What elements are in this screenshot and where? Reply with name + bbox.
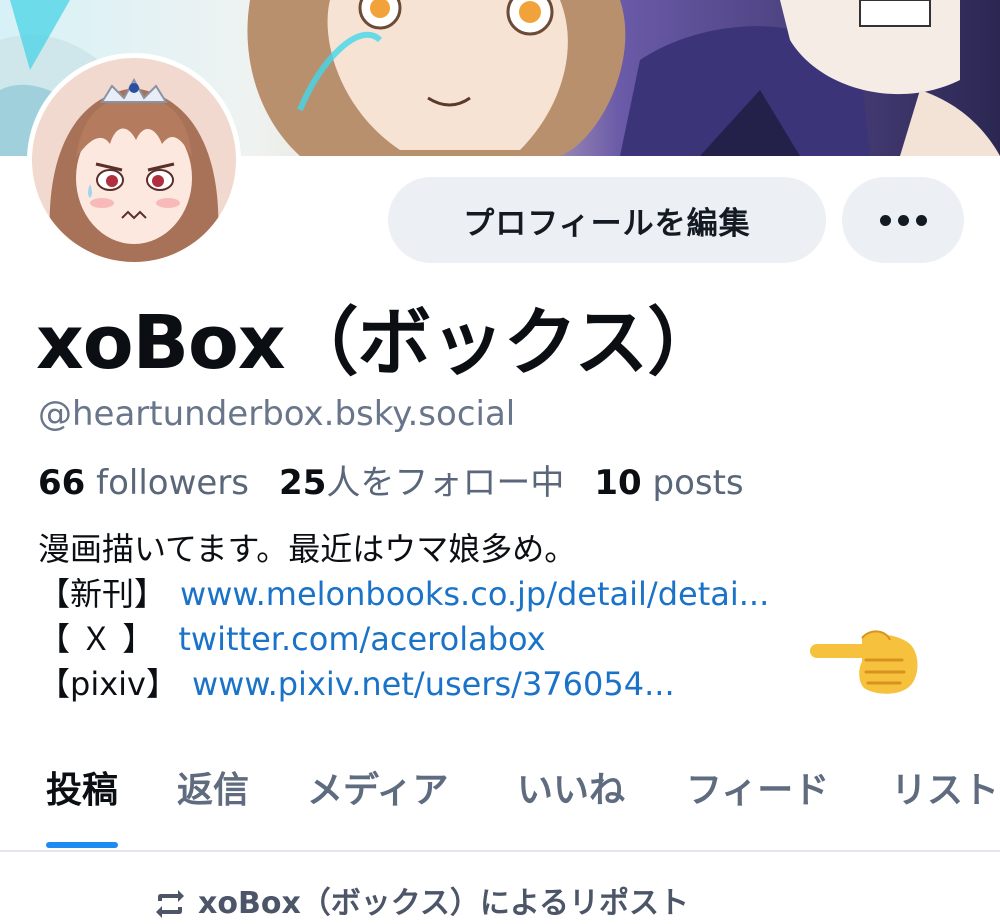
bio-tag-x: 【 Ｘ 】 [38, 620, 155, 658]
ellipsis-icon [897, 214, 909, 226]
ellipsis-icon [915, 214, 927, 226]
twitter-link[interactable]: twitter.com/acerolabox [178, 617, 545, 662]
posts-label: posts [652, 463, 744, 503]
tab-label: フィード [686, 770, 830, 811]
repost-icon [156, 890, 184, 918]
pixiv-link[interactable]: www.pixiv.net/users/376054... [192, 662, 675, 707]
melonbooks-link[interactable]: www.melonbooks.co.jp/detail/detai... [180, 572, 769, 617]
bio-line: 【新刊】 www.melonbooks.co.jp/detail/detai..… [38, 572, 769, 617]
tab-label: メディア [307, 770, 449, 811]
following-label: 人をフォロー中 [326, 463, 565, 503]
bio-text: 漫画描いてます。最近はウマ娘多め。 [38, 530, 577, 568]
bio-line: 【 Ｘ 】 twitter.com/acerolabox [38, 617, 769, 662]
ellipsis-icon [879, 214, 891, 226]
tab-label: いいね [517, 770, 626, 811]
profile-stats: 66 followers 25人をフォロー中 10 posts [38, 458, 744, 508]
profile-bio: 漫画描いてます。最近はウマ娘多め。 【新刊】 www.melonbooks.co… [38, 527, 769, 707]
profile-tabs: 投稿 返信 メディア いいね フィード リスト [0, 760, 1000, 848]
pointing-left-hand-icon [806, 622, 926, 702]
followers-label: followers [96, 463, 250, 503]
following-stat[interactable]: 25人をフォロー中 [279, 458, 564, 508]
bio-line: 漫画描いてます。最近はウマ娘多め。 [38, 527, 769, 572]
bio-line: 【pixiv】 www.pixiv.net/users/376054... [38, 662, 769, 707]
bio-tag-new-book: 【新刊】 [38, 575, 167, 613]
following-count: 25 [279, 463, 327, 503]
followers-count: 66 [38, 463, 86, 503]
tab-feeds[interactable]: フィード [686, 760, 829, 822]
followers-stat[interactable]: 66 followers [38, 458, 249, 508]
posts-count: 10 [594, 463, 642, 503]
tab-likes[interactable]: いいね [517, 760, 625, 822]
tabs-divider [0, 850, 1000, 852]
bio-tag-pixiv: 【pixiv】 [38, 665, 178, 703]
repost-text: xoBox（ボックス）によるリポスト [198, 886, 689, 921]
tab-media[interactable]: メディア [307, 760, 448, 822]
tab-replies[interactable]: 返信 [177, 760, 249, 822]
handle: @heartunderbox.bsky.social [38, 394, 516, 434]
tab-label: リスト [891, 770, 1000, 811]
active-tab-indicator [46, 842, 119, 848]
tab-label: 投稿 [46, 770, 119, 811]
edit-profile-button[interactable]: プロフィールを編集 [388, 177, 826, 263]
tab-label: 返信 [177, 770, 250, 811]
display-name: xoBox（ボックス） [36, 300, 721, 386]
posts-stat: 10 posts [594, 458, 743, 508]
tab-posts[interactable]: 投稿 [46, 760, 119, 848]
avatar[interactable] [27, 53, 241, 267]
repost-indicator[interactable]: xoBox（ボックス）によるリポスト [152, 884, 689, 924]
more-options-button[interactable] [842, 177, 964, 263]
tab-lists[interactable]: リスト [891, 760, 999, 822]
